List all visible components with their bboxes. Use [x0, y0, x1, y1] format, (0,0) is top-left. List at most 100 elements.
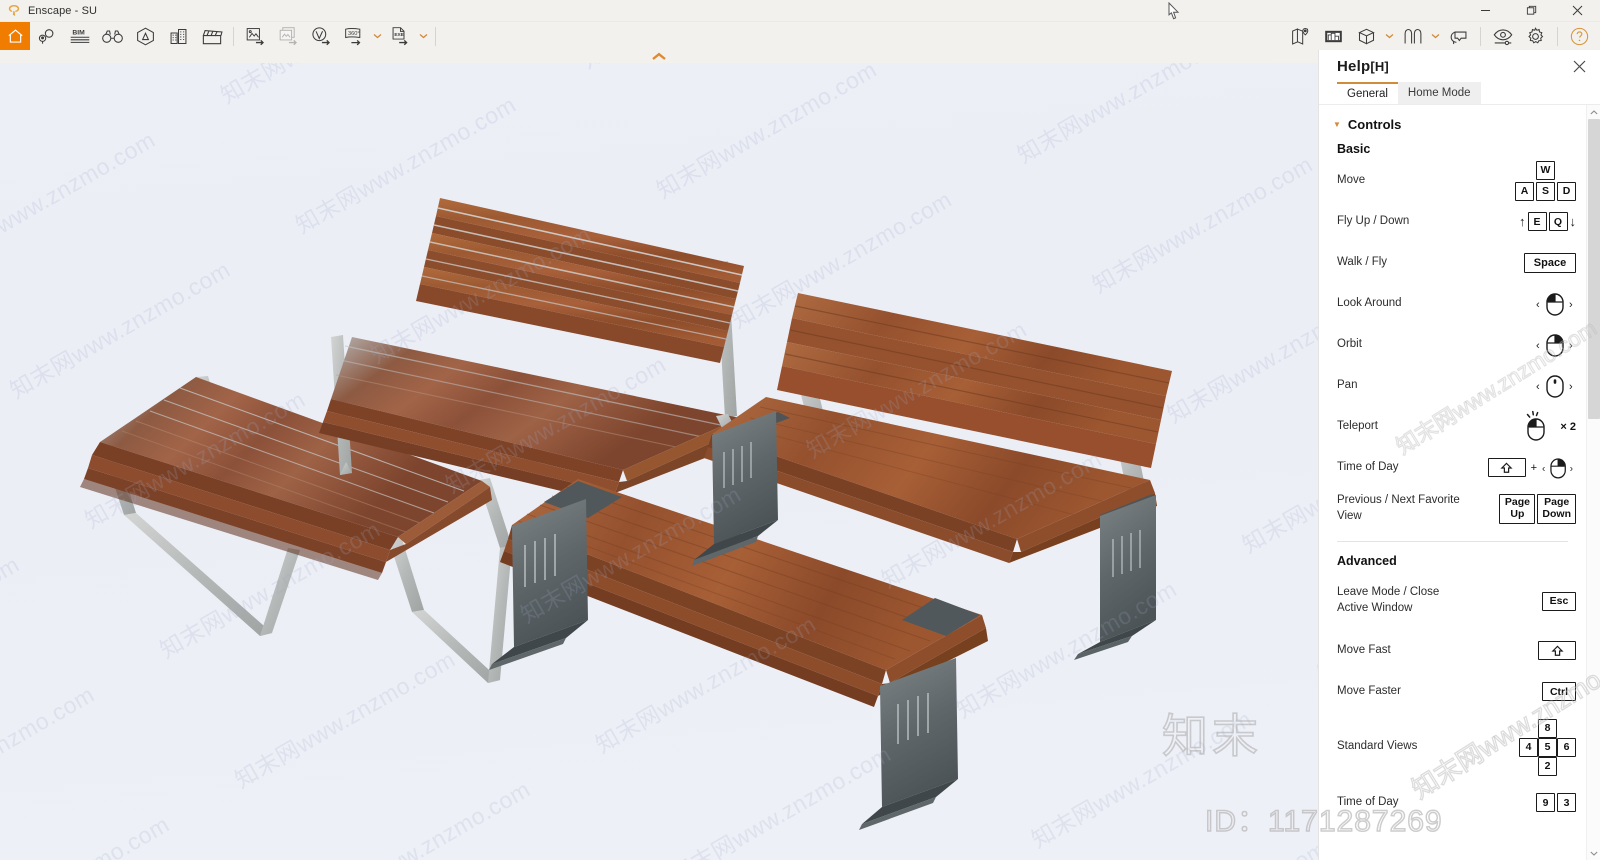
panel-title: Help[H]	[1337, 58, 1389, 75]
row-time-of-day: Time of Day + ‹ ›	[1319, 447, 1586, 488]
row-pan: Pan ‹ ›	[1319, 365, 1586, 406]
mouse-right-button-icon: ‹ ›	[1536, 333, 1573, 357]
location-pin-icon[interactable]	[30, 22, 63, 50]
row-fly-label: Fly Up / Down	[1337, 214, 1410, 227]
teleport-multiplier: × 2	[1560, 420, 1576, 433]
svg-text:›: ›	[1569, 381, 1573, 393]
key-s[interactable]: S	[1536, 181, 1555, 201]
row-move-faster-keys: Ctrl	[1470, 682, 1576, 701]
panel-title-shortcut: [H]	[1370, 58, 1389, 74]
row-time-of-day-label: Time of Day	[1337, 460, 1399, 473]
minimize-button[interactable]	[1462, 0, 1508, 22]
key-q[interactable]: Q	[1548, 212, 1568, 231]
row-advanced-time-of-day: Time of Day 9 3	[1319, 782, 1586, 823]
panorama-gallery-icon[interactable]	[1317, 22, 1350, 50]
panel-tabs: General Home Mode	[1319, 82, 1600, 104]
key-shift[interactable]	[1487, 458, 1526, 477]
scroll-down-icon[interactable]	[1587, 846, 1600, 860]
shift-arrow-icon-2	[1550, 645, 1564, 656]
scroll-up-icon[interactable]	[1587, 105, 1600, 119]
tab-general[interactable]: General	[1337, 82, 1398, 104]
toolbar-left-group: BIM	[30, 22, 228, 50]
key-page-up[interactable]: Page Up	[1499, 493, 1536, 524]
toolbar-right-group	[1284, 22, 1600, 50]
key-numpad-8[interactable]: 8	[1538, 718, 1557, 738]
row-walk-fly-keys: Space	[1470, 252, 1576, 273]
key-numpad-3[interactable]: 3	[1557, 793, 1576, 812]
wasd-cluster: W A S D	[1515, 160, 1576, 201]
row-leave-mode-label: Leave Mode / Close Active Window	[1337, 586, 1440, 614]
scrollbar-thumb[interactable]	[1587, 119, 1600, 419]
map-pin-icon[interactable]	[1284, 22, 1317, 50]
triangle-down-icon: ▼	[1333, 119, 1341, 129]
key-numpad-2[interactable]: 2	[1538, 756, 1557, 776]
row-teleport: Teleport × 2	[1319, 406, 1586, 447]
key-e[interactable]: E	[1527, 212, 1547, 231]
row-move-fast-keys	[1470, 641, 1576, 660]
numpad-middle-row: 4 5 6	[1519, 737, 1576, 757]
export-360-icon[interactable]: 360°	[338, 22, 371, 50]
cube-view-chevron-down-icon[interactable]	[1383, 22, 1396, 50]
key-numpad-6[interactable]: 6	[1557, 737, 1576, 757]
row-pan-keys: ‹ ›	[1470, 372, 1576, 400]
binoculars-icon[interactable]	[96, 22, 129, 50]
scrollbar-track[interactable]	[1586, 119, 1600, 846]
bim-lines-icon[interactable]: BIM	[63, 22, 96, 50]
key-numpad-9[interactable]: 9	[1536, 793, 1555, 812]
svg-text:‹: ‹	[1536, 381, 1540, 393]
panel-close-button[interactable]	[1568, 55, 1590, 77]
controls-section-title: Controls	[1347, 117, 1402, 132]
cube-view-icon[interactable]	[1350, 22, 1383, 50]
key-w[interactable]: W	[1536, 160, 1555, 180]
key-a[interactable]: A	[1515, 181, 1534, 201]
key-space[interactable]: Space	[1524, 252, 1576, 273]
home-button[interactable]	[0, 22, 30, 50]
controls-section-header[interactable]: ▼ Controls	[1319, 113, 1586, 134]
cube-outline-icon[interactable]	[129, 22, 162, 50]
panel-scrollbar[interactable]	[1586, 105, 1600, 860]
svg-text:‹: ‹	[1542, 463, 1545, 474]
export-exe-icon[interactable]: EXE	[384, 22, 417, 50]
vr-headset-icon[interactable]	[1442, 22, 1475, 50]
row-look-around-keys: ‹ ›	[1470, 290, 1576, 318]
export-panorama-icon[interactable]	[305, 22, 338, 50]
tab-home-mode[interactable]: Home Mode	[1397, 82, 1481, 104]
export-image-icon[interactable]	[239, 22, 272, 50]
row-move-faster-label: Move Faster	[1337, 684, 1401, 697]
key-esc[interactable]: Esc	[1542, 591, 1576, 611]
3d-viewport[interactable]: 知末网www.znzmo.com 知末网www.znzmo.com 知末网www…	[0, 50, 1318, 860]
key-shift-fast[interactable]	[1538, 641, 1576, 660]
key-page-down[interactable]: Page Down	[1537, 493, 1576, 524]
clapperboard-icon[interactable]	[195, 22, 228, 50]
key-numpad-5[interactable]: 5	[1538, 737, 1557, 757]
row-favorite-view: Previous / Next Favorite View Page Up Pa…	[1319, 488, 1586, 529]
svg-text:BIM: BIM	[72, 29, 85, 36]
row-teleport-label: Teleport	[1337, 419, 1378, 432]
svg-text:›: ›	[1569, 299, 1573, 311]
key-numpad-4[interactable]: 4	[1519, 737, 1538, 757]
maximize-button[interactable]	[1508, 0, 1554, 22]
mouse-middle-button-icon: ‹ ›	[1536, 374, 1573, 398]
row-standard-views: Standard Views 8 4 5 6 2	[1319, 712, 1586, 782]
two-point-perspective-icon[interactable]	[1396, 22, 1429, 50]
help-question-icon[interactable]	[1563, 22, 1596, 50]
perspective-chevron-down-icon[interactable]	[1429, 22, 1442, 50]
chevron-up-icon	[652, 52, 666, 60]
export-360-chevron-down-icon[interactable]	[371, 22, 384, 50]
key-d[interactable]: D	[1557, 181, 1576, 201]
svg-text:‹: ‹	[1536, 340, 1540, 352]
row-favorite-view-label: Previous / Next Favorite View	[1337, 493, 1460, 522]
buildings-icon[interactable]	[162, 22, 195, 50]
close-button[interactable]	[1554, 0, 1600, 22]
wasd-bottom-row: A S D	[1515, 181, 1576, 201]
collapse-toolbar-button[interactable]	[0, 50, 1318, 63]
row-time-of-day-keys: + ‹ ›	[1470, 454, 1576, 482]
advanced-subsection-title: Advanced	[1337, 554, 1397, 568]
key-ctrl[interactable]: Ctrl	[1542, 682, 1576, 701]
eye-visual-settings-icon[interactable]	[1486, 22, 1519, 50]
export-batch-image-icon[interactable]	[272, 22, 305, 50]
export-exe-chevron-down-icon[interactable]	[417, 22, 430, 50]
gear-settings-icon[interactable]	[1519, 22, 1552, 50]
enscape-window: Enscape - SU BIM 360° EXE 知末网www.znzmo.c…	[0, 0, 1600, 860]
row-advanced-time-of-day-keys: 9 3	[1470, 793, 1576, 812]
